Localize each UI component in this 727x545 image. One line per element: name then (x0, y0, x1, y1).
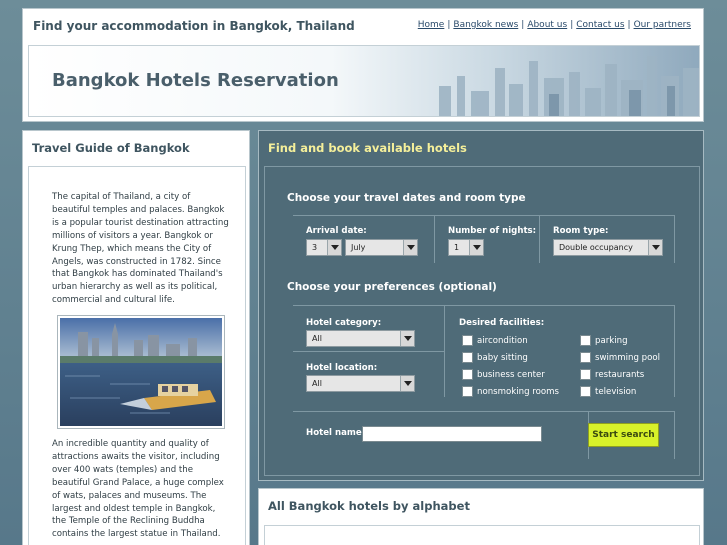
top-navigation: Home | Bangkok news | About us | Contact… (418, 20, 691, 30)
guide-paragraph-attractions: An incredible quantity and quality of at… (52, 439, 224, 540)
nav-about-us-link[interactable]: About us (527, 20, 567, 30)
facility-baby-sitting[interactable]: baby sitting (462, 352, 528, 363)
facility-television[interactable]: television (580, 386, 636, 397)
facility-business-center[interactable]: business center (462, 369, 545, 380)
facility-restaurants[interactable]: restaurants (580, 369, 644, 380)
facility-parking[interactable]: parking (580, 335, 628, 346)
hotels-alphabet-panel: All Bangkok hotels by alphabet (258, 488, 704, 545)
checkbox[interactable] (462, 369, 473, 380)
hotel-location-group: Hotel location: All (293, 351, 445, 397)
dates-section-title: Choose your travel dates and room type (287, 192, 526, 204)
hotel-category-group: Hotel category: All (293, 305, 445, 351)
hotels-alphabet-title: All Bangkok hotels by alphabet (268, 499, 470, 513)
room-type-value: Double occupancy (559, 243, 633, 252)
chevron-down-icon (469, 240, 483, 255)
search-panel-title: Find and book available hotels (268, 141, 467, 155)
chevron-down-icon (327, 240, 341, 255)
hotel-search-panel: Find and book available hotels Choose yo… (258, 130, 704, 481)
nights-label: Number of nights: (448, 226, 537, 236)
facilities-label: Desired facilities: (459, 318, 545, 328)
hotels-alphabet-content (264, 525, 700, 545)
facility-label: nonsmoking rooms (477, 386, 559, 397)
facilities-group: Desired facilities: aircondition parking… (445, 305, 675, 397)
city-skyline-image (439, 56, 699, 116)
facility-label: business center (477, 369, 545, 380)
start-search-button[interactable]: Start search (588, 423, 659, 447)
nav-bangkok-news-link[interactable]: Bangkok news (453, 20, 518, 30)
travel-guide-title: Travel Guide of Bangkok (32, 141, 190, 155)
checkbox[interactable] (462, 386, 473, 397)
checkbox[interactable] (580, 386, 591, 397)
nav-separator: | (570, 20, 574, 30)
chevron-down-icon (403, 240, 417, 255)
travel-guide-content: The capital of Thailand, a city of beaut… (28, 166, 246, 545)
hotel-name-label: Hotel name: (306, 428, 366, 438)
site-tagline: Find your accommodation in Bangkok, Thai… (33, 19, 355, 33)
nav-our-partners-link[interactable]: Our partners (634, 20, 691, 30)
checkbox[interactable] (462, 352, 473, 363)
facility-label: aircondition (477, 335, 528, 346)
room-type-label: Room type: (553, 226, 609, 236)
nav-contact-us-link[interactable]: Contact us (576, 20, 624, 30)
checkbox[interactable] (462, 335, 473, 346)
facility-label: swimming pool (595, 352, 661, 363)
site-header: Find your accommodation in Bangkok, Thai… (22, 8, 704, 122)
arrival-day-value: 3 (312, 243, 318, 252)
arrival-date-group: Arrival date: 3 July (293, 215, 435, 263)
arrival-date-label: Arrival date: (306, 226, 367, 236)
chevron-down-icon (400, 376, 414, 391)
chevron-down-icon (648, 240, 662, 255)
preferences-section-title: Choose your preferences (optional) (287, 281, 497, 293)
header-banner: Bangkok Hotels Reservation (28, 45, 700, 117)
bangkok-river-photo (57, 315, 225, 429)
river-boat-image (60, 318, 222, 426)
hotel-category-value: All (312, 334, 322, 343)
arrival-day-select[interactable]: 3 (306, 239, 342, 256)
checkbox[interactable] (580, 369, 591, 380)
arrival-month-value: July (351, 243, 366, 252)
guide-paragraph-intro: The capital of Thailand, a city of beaut… (52, 192, 229, 306)
facility-swimming-pool[interactable]: swimming pool (580, 352, 660, 363)
facility-nonsmoking-rooms[interactable]: nonsmoking rooms (462, 386, 559, 397)
hotel-location-select[interactable]: All (306, 375, 415, 392)
facility-label: parking (595, 335, 628, 346)
facility-label: restaurants (595, 369, 645, 380)
checkbox[interactable] (580, 335, 591, 346)
facility-label: baby sitting (477, 352, 528, 363)
arrival-month-select[interactable]: July (345, 239, 418, 256)
hotel-name-input[interactable] (362, 426, 542, 442)
nav-home-link[interactable]: Home (418, 20, 445, 30)
nav-separator: | (627, 20, 631, 30)
hotel-location-label: Hotel location: (306, 363, 378, 373)
chevron-down-icon (400, 331, 414, 346)
hotel-category-label: Hotel category: (306, 318, 382, 328)
travel-guide-panel: Travel Guide of Bangkok The capital of T… (22, 130, 250, 545)
room-type-select[interactable]: Double occupancy (553, 239, 663, 256)
nav-separator: | (521, 20, 525, 30)
banner-title: Bangkok Hotels Reservation (52, 70, 339, 91)
search-form: Choose your travel dates and room type A… (264, 166, 700, 476)
nights-value: 1 (454, 243, 460, 252)
checkbox[interactable] (580, 352, 591, 363)
nights-select[interactable]: 1 (448, 239, 484, 256)
hotel-location-value: All (312, 379, 322, 388)
nights-group: Number of nights: 1 (435, 215, 540, 263)
facility-label: television (595, 386, 637, 397)
facility-aircondition[interactable]: aircondition (462, 335, 528, 346)
hotel-category-select[interactable]: All (306, 330, 415, 347)
room-type-group: Room type: Double occupancy (540, 215, 675, 263)
nav-separator: | (447, 20, 451, 30)
